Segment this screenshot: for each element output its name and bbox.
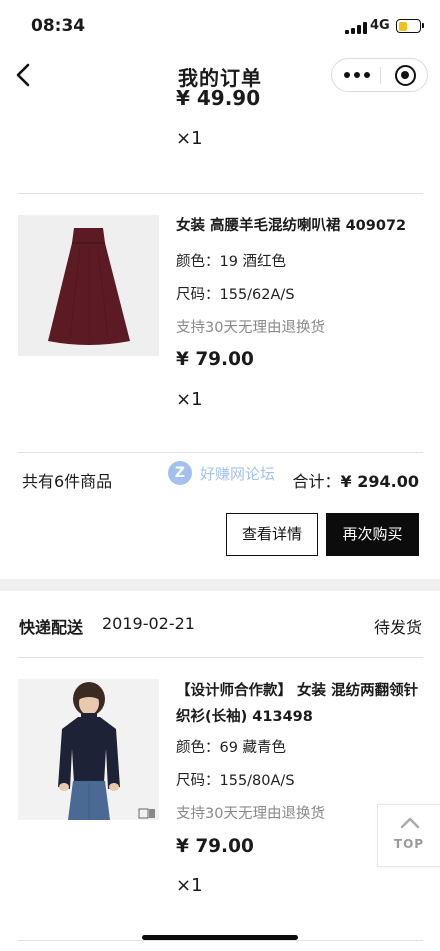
- return-policy-note: 支持30天无理由退换货: [176, 320, 325, 336]
- divider: [18, 452, 423, 453]
- order-date: 2019-02-21: [102, 614, 195, 633]
- total-amount: ¥ 294.00: [340, 472, 419, 491]
- order-total: 合计：¥ 294.00: [293, 468, 419, 492]
- product-size: 尺码：155/62A/S: [176, 287, 295, 303]
- divider: [18, 193, 423, 194]
- battery-icon: [396, 19, 424, 33]
- back-to-top-button[interactable]: TOP: [377, 804, 440, 867]
- product-color: 颜色：69 藏青色: [176, 740, 287, 756]
- product-size: 尺码：155/80A/S: [176, 773, 295, 789]
- product-image-cardigan[interactable]: [18, 679, 159, 820]
- product-price: ¥ 79.00: [176, 836, 254, 857]
- product-qty: ×1: [176, 389, 203, 410]
- close-mini-program-icon[interactable]: [395, 65, 416, 86]
- product-image-skirt[interactable]: [18, 215, 159, 356]
- status-time: 08:34: [31, 16, 86, 36]
- shipping-method: 快递配送: [19, 618, 84, 637]
- capsule-divider: [380, 67, 381, 84]
- more-icon[interactable]: [344, 68, 370, 82]
- item-count: 共有6件商品: [22, 472, 113, 491]
- product-qty: ×1: [176, 875, 203, 896]
- signal-icon: [345, 22, 367, 34]
- product-color: 颜色：19 酒红色: [176, 254, 287, 270]
- buy-again-button[interactable]: 再次购买: [326, 513, 419, 556]
- total-label: 合计：: [292, 472, 341, 491]
- network-type: 4G: [370, 18, 390, 33]
- return-policy-note: 支持30天无理由退换货: [176, 806, 325, 822]
- prev-item-price: ¥ 49.90: [176, 86, 261, 110]
- watermark-text: 好赚网论坛: [200, 465, 276, 483]
- chevron-up-icon: [400, 817, 420, 829]
- product-name[interactable]: 【设计师合作款】 女装 混纺两翻领针织衫(长袖) 413498: [176, 678, 426, 730]
- view-details-button[interactable]: 查看详情: [226, 513, 318, 556]
- home-indicator[interactable]: [142, 935, 298, 940]
- prev-item-qty: ×1: [176, 128, 203, 149]
- mini-program-capsule: [331, 58, 428, 92]
- order-status: 待发货: [373, 618, 422, 637]
- divider: [18, 657, 423, 658]
- product-name[interactable]: 女装 高腰羊毛混纺喇叭裙 409072: [176, 213, 426, 239]
- back-to-top-label: TOP: [393, 837, 425, 851]
- product-price: ¥ 79.00: [176, 349, 254, 370]
- divider: [18, 940, 423, 941]
- status-bar: 08:34 4G: [0, 0, 440, 52]
- watermark-logo-icon: Z: [168, 461, 192, 485]
- order-separator: [0, 579, 440, 591]
